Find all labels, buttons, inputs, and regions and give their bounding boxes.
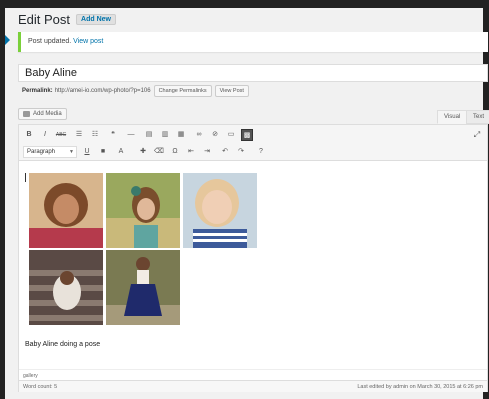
page-title: Edit Post xyxy=(18,12,71,27)
post-editor[interactable]: B I ABC ☰ ☷ ❝ — ▤ ▥ ▦ ∞ ⊘ ▭ ▩ Paragraph ▼ U ■ A ✚ ⌫ Ω ⇤ ⇥ ↶ ↷?… xyxy=(18,124,488,392)
bold-button[interactable]: B xyxy=(23,129,35,141)
chevron-down-icon: ▼ xyxy=(69,149,74,155)
view-post-button[interactable]: View Post xyxy=(214,85,249,97)
remove-link-button[interactable]: ⊘ xyxy=(209,129,221,141)
add-new-button[interactable]: Add New xyxy=(76,14,116,25)
notice-text: Post updated. xyxy=(28,38,72,45)
special-character-button[interactable]: Ω xyxy=(169,146,181,158)
justify-button[interactable]: ■ xyxy=(97,146,109,158)
permalink-url[interactable]: http://amei-io.com/wp-photo/?p=106 xyxy=(55,88,151,94)
photo-girl-on-stairs[interactable] xyxy=(29,250,103,325)
undo-button[interactable]: ↶ xyxy=(219,146,231,158)
word-count: Word count: 5 xyxy=(23,384,58,390)
tab-text[interactable]: Text xyxy=(466,110,489,124)
tab-visual[interactable]: Visual xyxy=(437,110,468,124)
bulleted-list-button[interactable]: ☰ xyxy=(73,129,85,141)
fullscreen-icon[interactable]: ⤢ xyxy=(471,129,483,141)
admin-bar xyxy=(0,0,489,8)
align-center-button[interactable]: ▥ xyxy=(159,129,171,141)
numbered-list-button[interactable]: ☷ xyxy=(89,129,101,141)
insert-link-button[interactable]: ∞ xyxy=(193,129,205,141)
change-permalinks-button[interactable]: Change Permalinks xyxy=(153,85,212,97)
strikethrough-button[interactable]: ABC xyxy=(55,129,67,141)
underline-button[interactable]: U xyxy=(81,146,93,158)
add-media-label: Add Media xyxy=(33,111,62,117)
align-left-button[interactable]: ▤ xyxy=(143,129,155,141)
redo-button[interactable]: ↷ xyxy=(235,146,247,158)
last-edited: Last edited by admin on March 30, 2015 a… xyxy=(357,384,483,390)
text-color-button[interactable]: A xyxy=(115,146,127,158)
permalink-label: Permalink: xyxy=(22,88,53,94)
italic-button[interactable]: I xyxy=(39,129,51,141)
photo-curly-hair-child[interactable] xyxy=(29,173,103,248)
format-select-value: Paragraph xyxy=(27,149,56,155)
view-post-link[interactable]: View post xyxy=(73,38,103,45)
page-header: Edit Post Add New xyxy=(18,12,116,27)
toolbar-toggle-button[interactable]: ▩ xyxy=(241,129,253,141)
photo-girl-navy-dress[interactable] xyxy=(106,250,180,325)
editor-toolbar: B I ABC ☰ ☷ ❝ — ▤ ▥ ▦ ∞ ⊘ ▭ ▩ Paragraph ▼ U ■ A ✚ ⌫ Ω ⇤ ⇥ ↶ ↷?… xyxy=(19,125,487,161)
post-title-input[interactable] xyxy=(18,64,488,82)
paste-as-text-button[interactable]: ✚ xyxy=(137,146,149,158)
permalink-row: Permalink: http://amei-io.com/wp-photo/?… xyxy=(22,85,249,97)
indent-button[interactable]: ⇥ xyxy=(201,146,213,158)
admin-sidebar xyxy=(0,8,5,399)
clear-formatting-button[interactable]: ⌫ xyxy=(153,146,165,158)
editor-footer: Word count: 5 Last edited by admin on Ma… xyxy=(19,380,487,392)
outdent-button[interactable]: ⇤ xyxy=(185,146,197,158)
editor-path[interactable]: gallery xyxy=(23,373,38,379)
photo-girl-flower-headband[interactable] xyxy=(106,173,180,248)
blockquote-button[interactable]: ❝ xyxy=(107,129,119,141)
horizontal-line-button[interactable]: — xyxy=(125,129,137,141)
help-button[interactable]: ? xyxy=(255,146,267,158)
media-icon xyxy=(23,111,30,117)
add-media-button[interactable]: Add Media xyxy=(18,108,67,120)
text-cursor xyxy=(25,173,26,182)
update-notice: Post updated. View post xyxy=(18,32,488,52)
sidebar-current-indicator xyxy=(5,35,10,45)
photo-smiling-toddler[interactable] xyxy=(183,173,257,248)
read-more-button[interactable]: ▭ xyxy=(225,129,237,141)
align-right-button[interactable]: ▦ xyxy=(175,129,187,141)
format-select[interactable]: Paragraph ▼ xyxy=(23,146,77,158)
editor-path-bar: gallery xyxy=(19,369,487,380)
content-caption: Baby Aline doing a pose xyxy=(25,341,101,348)
